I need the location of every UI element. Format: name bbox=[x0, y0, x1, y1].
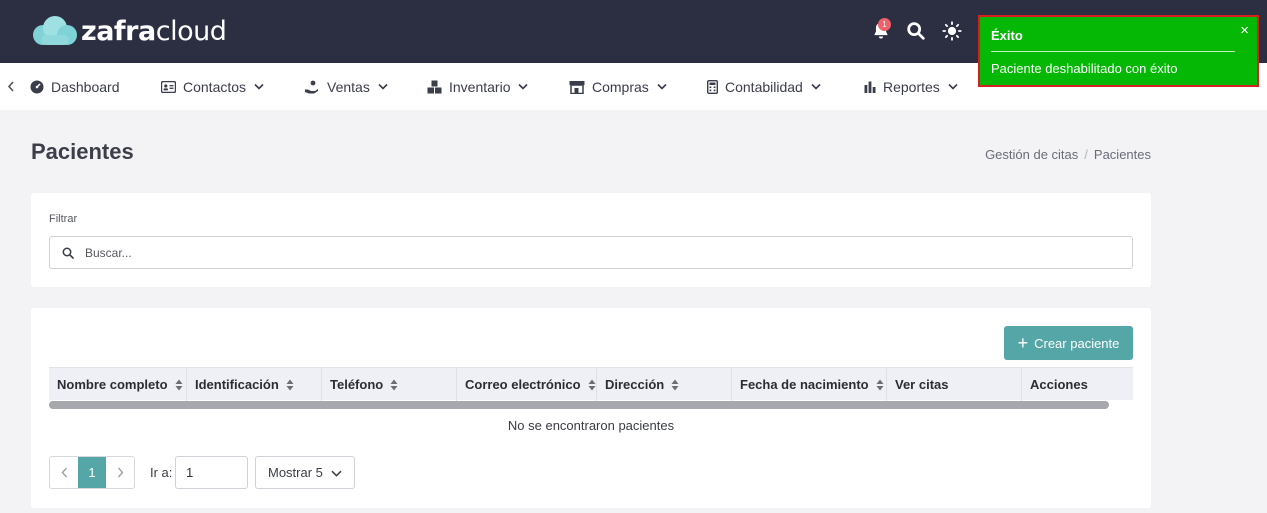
page-button-current[interactable]: 1 bbox=[78, 457, 106, 488]
table-header: Nombre completo Identificación Teléfono … bbox=[49, 367, 1133, 401]
toast-close-button[interactable]: × bbox=[1240, 23, 1249, 38]
nav-item-reportes[interactable]: Reportes bbox=[864, 63, 958, 110]
nav-label: Contactos bbox=[183, 78, 247, 95]
goto-page-label: Ir a: bbox=[150, 465, 173, 480]
nav-label: Inventario bbox=[449, 78, 511, 95]
create-patient-button[interactable]: + Crear paciente bbox=[1004, 326, 1133, 360]
column-header-correo[interactable]: Correo electrónico bbox=[457, 368, 597, 401]
bar-chart-icon bbox=[864, 81, 876, 93]
breadcrumb: Gestión de citas / Pacientes bbox=[985, 147, 1151, 162]
nav-item-compras[interactable]: Compras bbox=[569, 63, 667, 110]
notification-badge: 1 bbox=[878, 18, 891, 31]
nav-item-dashboard[interactable]: Dashboard bbox=[30, 63, 120, 110]
sort-icon bbox=[286, 379, 294, 390]
search-icon[interactable] bbox=[905, 20, 927, 42]
chevron-down-icon bbox=[657, 83, 667, 90]
cloud-logo-icon bbox=[33, 16, 77, 45]
filter-card: Filtrar bbox=[31, 193, 1151, 287]
logo-text: zafracloud bbox=[81, 15, 227, 47]
next-page-button[interactable] bbox=[106, 457, 134, 488]
dashboard-icon bbox=[30, 80, 44, 93]
search-input[interactable] bbox=[85, 243, 1085, 263]
chevron-down-icon bbox=[331, 470, 342, 477]
nav-item-contactos[interactable]: Contactos bbox=[161, 63, 264, 110]
sort-icon bbox=[588, 379, 596, 390]
empty-table-message: No se encontraron pacientes bbox=[507, 418, 675, 433]
chevron-down-icon bbox=[948, 83, 958, 90]
toast-message: Paciente deshabilitado con éxito bbox=[991, 61, 1178, 76]
nav-label: Contabilidad bbox=[725, 78, 803, 95]
nav-label: Ventas bbox=[327, 78, 370, 95]
chevron-down-icon bbox=[378, 83, 388, 90]
filter-label: Filtrar bbox=[49, 213, 78, 225]
toast-title: Éxito bbox=[991, 28, 1023, 43]
breadcrumb-item-gestion-citas[interactable]: Gestión de citas bbox=[985, 147, 1078, 162]
search-box[interactable] bbox=[49, 236, 1133, 269]
sun-icon[interactable] bbox=[941, 20, 963, 42]
chevron-right-icon bbox=[117, 467, 123, 478]
column-header-telefono[interactable]: Teléfono bbox=[322, 368, 457, 401]
goto-page-input[interactable] bbox=[175, 456, 248, 489]
patients-table-card: + Crear paciente Nombre completo Identif… bbox=[31, 308, 1151, 508]
toast-divider bbox=[991, 51, 1235, 52]
page-size-value: Mostrar 5 bbox=[268, 465, 323, 480]
column-header-identificacion[interactable]: Identificación bbox=[187, 368, 322, 401]
column-header-fecha-nacimiento[interactable]: Fecha de nacimiento bbox=[732, 368, 887, 401]
plus-icon: + bbox=[1017, 333, 1029, 353]
store-icon bbox=[569, 80, 585, 94]
success-toast: Éxito × Paciente deshabilitado con éxito bbox=[978, 15, 1259, 87]
table-horizontal-scrollbar[interactable] bbox=[49, 401, 1109, 409]
sort-icon bbox=[390, 379, 398, 390]
column-header-nombre[interactable]: Nombre completo bbox=[49, 368, 187, 401]
column-header-ver-citas: Ver citas bbox=[887, 368, 1022, 401]
chevron-down-icon bbox=[811, 83, 821, 90]
sort-icon bbox=[876, 379, 884, 390]
nav-scroll-left-icon[interactable] bbox=[7, 81, 15, 92]
column-header-direccion[interactable]: Dirección bbox=[597, 368, 732, 401]
sort-icon bbox=[671, 379, 679, 390]
calculator-icon bbox=[707, 79, 718, 94]
nav-item-contabilidad[interactable]: Contabilidad bbox=[707, 63, 821, 110]
create-patient-label: Crear paciente bbox=[1034, 335, 1120, 351]
previous-page-button[interactable] bbox=[50, 457, 78, 488]
breadcrumb-separator: / bbox=[1084, 147, 1088, 162]
page-title: Pacientes bbox=[31, 139, 134, 164]
hand-coin-icon bbox=[305, 80, 318, 93]
breadcrumb-item-current: Pacientes bbox=[1093, 147, 1151, 162]
app-logo[interactable]: zafracloud bbox=[31, 14, 227, 48]
chevron-down-icon bbox=[518, 83, 529, 90]
pagination: 1 bbox=[49, 456, 135, 489]
nav-label: Compras bbox=[592, 78, 649, 95]
contact-card-icon bbox=[161, 80, 176, 93]
sort-icon bbox=[175, 379, 183, 390]
nav-label: Dashboard bbox=[51, 78, 120, 95]
nav-item-inventario[interactable]: Inventario bbox=[427, 63, 529, 110]
column-header-acciones: Acciones bbox=[1030, 377, 1088, 392]
nav-item-ventas[interactable]: Ventas bbox=[304, 63, 388, 110]
chevron-down-icon bbox=[254, 83, 264, 90]
page-size-select[interactable]: Mostrar 5 bbox=[255, 456, 355, 489]
nav-label: Reportes bbox=[883, 78, 940, 95]
search-icon bbox=[62, 247, 74, 259]
chevron-left-icon bbox=[61, 467, 67, 478]
boxes-icon bbox=[427, 80, 442, 93]
